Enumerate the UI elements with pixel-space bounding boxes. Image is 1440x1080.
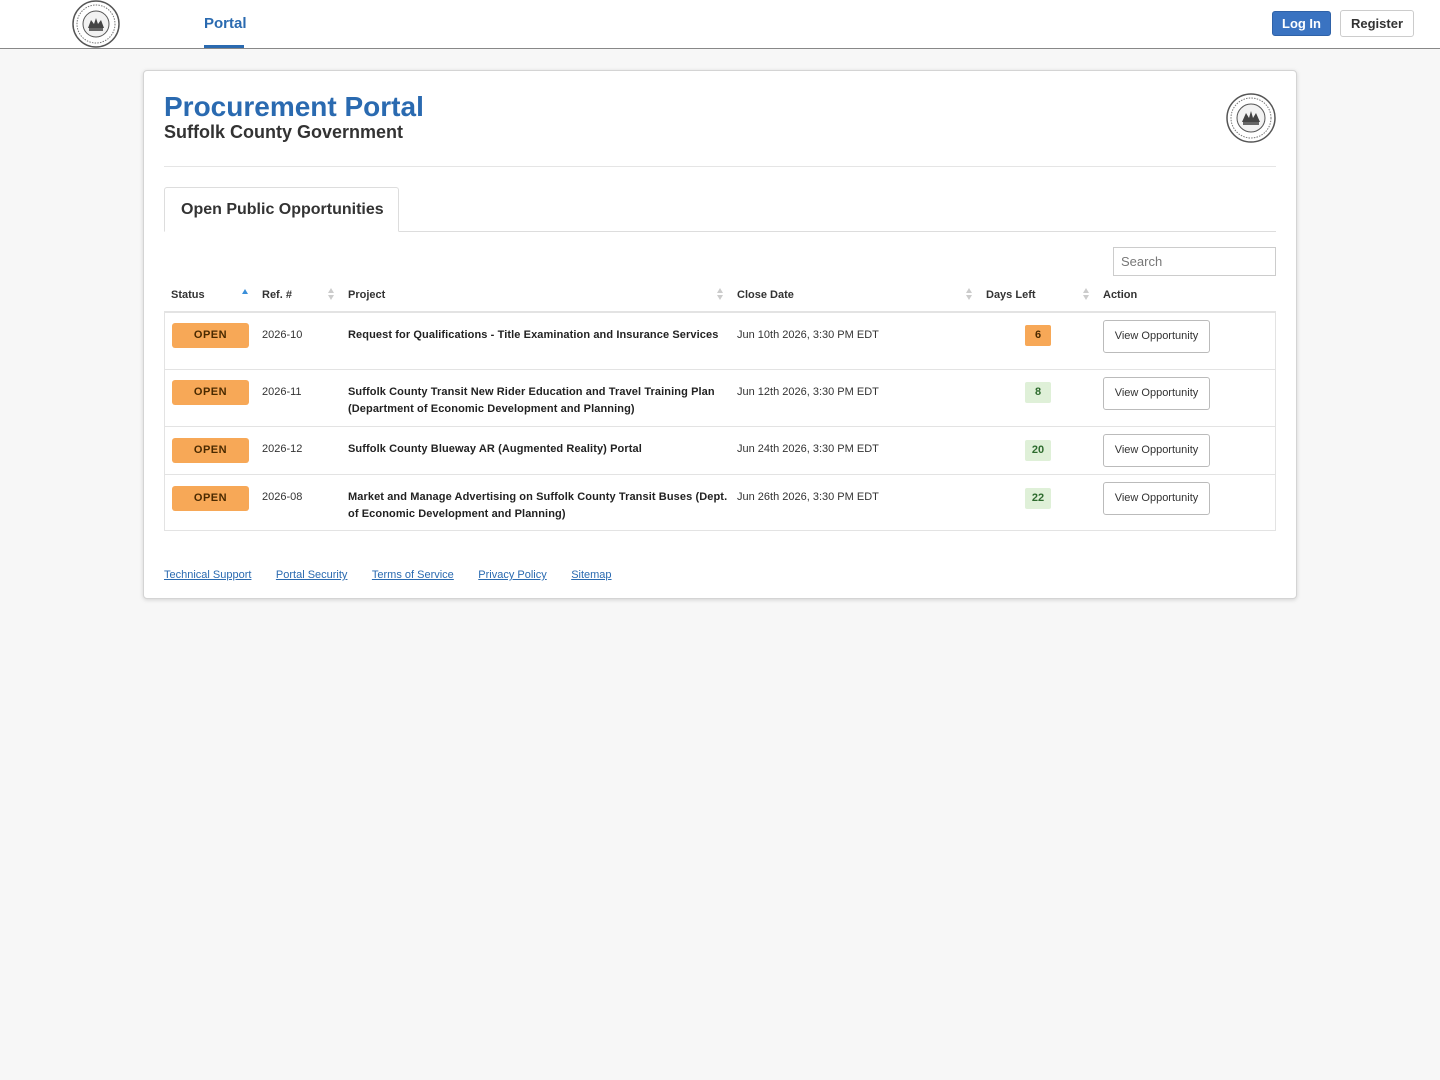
opportunities-table-body: OPEN 2026-10 Request for Qualifications … <box>164 313 1276 531</box>
sort-both-icon[interactable] <box>965 287 973 301</box>
days-left-badge: 8 <box>1025 382 1051 403</box>
ref-number: 2026-12 <box>262 443 303 455</box>
days-left-badge: 22 <box>1025 488 1051 509</box>
column-header-action: Action <box>1103 289 1138 301</box>
footer-links: Technical Support Portal Security Terms … <box>164 565 632 583</box>
footer-link-terms-of-service[interactable]: Terms of Service <box>372 569 454 581</box>
close-date: Jun 26th 2026, 3:30 PM EDT <box>737 491 879 503</box>
register-button[interactable]: Register <box>1340 10 1414 37</box>
close-date: Jun 10th 2026, 3:30 PM EDT <box>737 329 879 341</box>
view-opportunity-button[interactable]: View Opportunity <box>1103 434 1210 467</box>
tab-open-public-opportunities[interactable]: Open Public Opportunities <box>164 187 399 232</box>
table-row: OPEN 2026-10 Request for Qualifications … <box>165 313 1275 370</box>
project-name: Market and Manage Advertising on Suffolk… <box>348 491 728 520</box>
ref-number: 2026-08 <box>262 491 303 503</box>
top-navbar: Portal Log In Register <box>0 0 1440 49</box>
project-name: Suffolk County Blueway AR (Augmented Rea… <box>348 443 642 455</box>
project-name: Suffolk County Transit New Rider Educati… <box>348 386 715 415</box>
table-row: OPEN 2026-11 Suffolk County Transit New … <box>165 370 1275 427</box>
login-button[interactable]: Log In <box>1272 11 1331 36</box>
footer-link-privacy-policy[interactable]: Privacy Policy <box>478 569 546 581</box>
days-left-badge: 20 <box>1025 440 1051 461</box>
search-input[interactable] <box>1113 247 1276 276</box>
column-header-project[interactable]: Project <box>348 289 385 301</box>
view-opportunity-button[interactable]: View Opportunity <box>1103 320 1210 353</box>
sort-both-icon[interactable] <box>327 287 335 301</box>
column-header-close-date[interactable]: Close Date <box>737 289 794 301</box>
view-opportunity-button[interactable]: View Opportunity <box>1103 377 1210 410</box>
tab-portal-label: Portal <box>204 15 247 32</box>
status-badge: OPEN <box>172 380 249 405</box>
footer-link-technical-support[interactable]: Technical Support <box>164 569 251 581</box>
table-row: OPEN 2026-08 Market and Manage Advertisi… <box>165 475 1275 531</box>
tab-label: Open Public Opportunities <box>181 201 384 218</box>
sort-both-icon[interactable] <box>716 287 724 301</box>
column-header-status[interactable]: Status <box>171 289 205 301</box>
days-left-badge: 6 <box>1025 325 1051 346</box>
sort-both-icon[interactable] <box>1082 287 1090 301</box>
column-header-days-left[interactable]: Days Left <box>986 289 1036 301</box>
tab-portal[interactable]: Portal <box>204 0 247 48</box>
footer-link-portal-security[interactable]: Portal Security <box>276 569 348 581</box>
ref-number: 2026-10 <box>262 329 303 341</box>
close-date: Jun 12th 2026, 3:30 PM EDT <box>737 386 879 398</box>
page-subtitle: Suffolk County Government <box>164 122 404 142</box>
status-badge: OPEN <box>172 486 249 511</box>
county-seal-icon[interactable] <box>71 0 121 48</box>
sort-asc-icon[interactable] <box>241 287 249 301</box>
header-divider <box>164 166 1276 167</box>
tab-active-underline <box>204 45 244 48</box>
ref-number: 2026-11 <box>262 386 302 398</box>
footer-link-sitemap[interactable]: Sitemap <box>571 569 611 581</box>
status-badge: OPEN <box>172 438 249 463</box>
page-title: Procurement Portal <box>164 91 424 122</box>
column-header-ref[interactable]: Ref. # <box>262 289 292 301</box>
table-row: OPEN 2026-12 Suffolk County Blueway AR (… <box>165 427 1275 475</box>
county-seal-icon <box>1226 93 1276 143</box>
view-opportunity-button[interactable]: View Opportunity <box>1103 482 1210 515</box>
table-header: Status Ref. # Project Close Date Days Le… <box>164 279 1276 313</box>
procurement-card: Procurement Portal Suffolk County Govern… <box>143 70 1297 599</box>
status-badge: OPEN <box>172 323 249 348</box>
project-name: Request for Qualifications - Title Exami… <box>348 329 719 341</box>
close-date: Jun 24th 2026, 3:30 PM EDT <box>737 443 879 455</box>
